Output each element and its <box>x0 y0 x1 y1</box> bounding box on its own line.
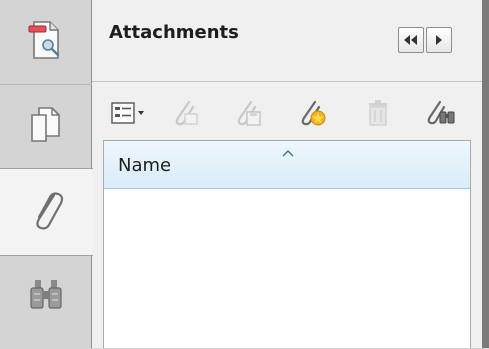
open-attachment-button[interactable] <box>168 98 204 132</box>
right-arrow-icon <box>434 31 444 50</box>
save-attachment-button[interactable] <box>230 98 266 132</box>
add-attachment-icon <box>297 99 327 131</box>
attachments-list[interactable]: Name <box>103 140 471 348</box>
column-header-name[interactable]: Name <box>104 141 470 189</box>
tab-signatures[interactable] <box>0 0 92 85</box>
paperclip-icon <box>27 187 67 237</box>
list-options-icon <box>111 102 145 128</box>
tab-search[interactable] <box>0 262 92 332</box>
pages-icon <box>27 105 65 149</box>
options-menu-button[interactable] <box>108 98 148 132</box>
open-attachment-icon <box>171 99 201 131</box>
tab-pages[interactable] <box>0 86 92 168</box>
attachments-toolbar <box>92 92 482 138</box>
panel-header: Attachments <box>92 0 482 82</box>
search-attachments-icon <box>425 99 457 131</box>
next-panel-button[interactable] <box>426 27 452 53</box>
attachments-list-body[interactable] <box>104 189 470 349</box>
double-left-arrow-icon <box>403 31 419 50</box>
sort-ascending-icon <box>282 142 294 161</box>
binoculars-icon <box>26 277 66 317</box>
collapse-panel-button[interactable] <box>398 27 424 53</box>
tab-attachments[interactable] <box>0 168 93 256</box>
navigation-tab-strip <box>0 0 93 348</box>
save-attachment-icon <box>233 99 263 131</box>
add-attachment-button[interactable] <box>294 98 330 132</box>
trash-icon <box>366 99 390 131</box>
panel-edge <box>482 0 489 348</box>
column-header-label: Name <box>118 155 172 176</box>
panel-title: Attachments <box>109 22 239 43</box>
delete-attachment-button[interactable] <box>362 98 394 132</box>
search-attachments-button[interactable] <box>422 98 460 132</box>
attachments-panel: Attachments Name <box>92 0 489 348</box>
signature-page-icon <box>26 18 66 66</box>
